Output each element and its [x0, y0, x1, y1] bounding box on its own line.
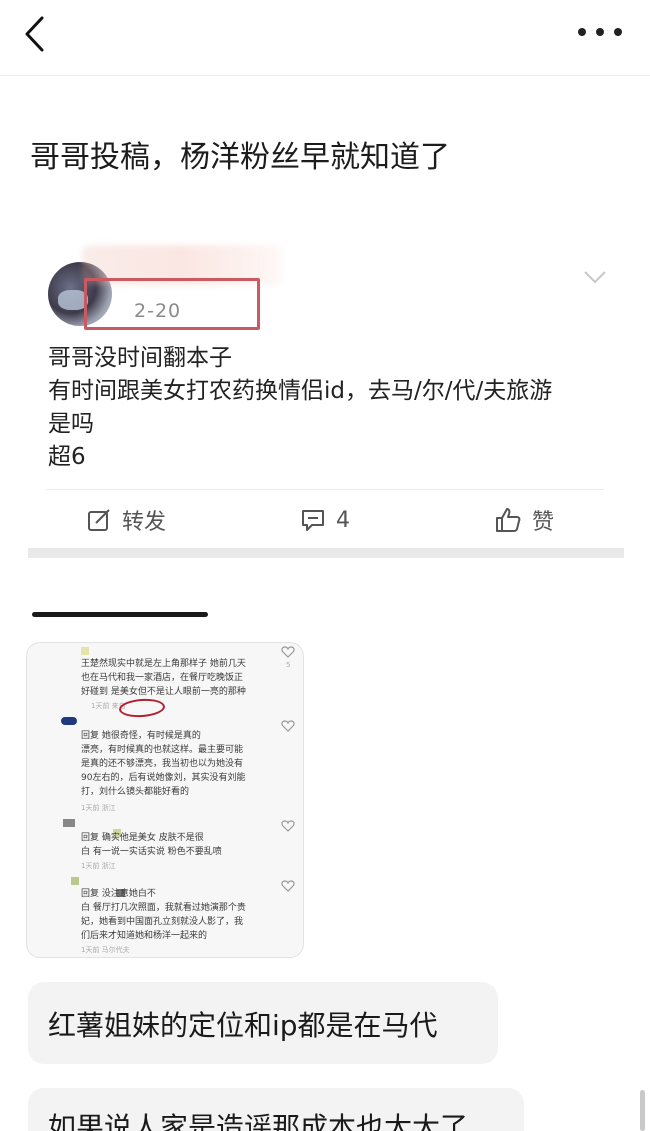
screenshot-line: 白 有一说一实话实说 粉色不要乱喷 [81, 847, 222, 857]
scrollbar[interactable] [640, 1090, 645, 1131]
screenshot-meta: 1天前 浙江 [81, 804, 116, 812]
screenshot-line: 好碰到 是美女但不是让人眼前一亮的那种 [81, 687, 246, 697]
section-separator [28, 548, 624, 558]
screenshot-line: 回复 确实他是美女 皮肤不是很 [81, 833, 204, 843]
like-count: 5 [286, 661, 291, 669]
comment-count: 4 [336, 507, 350, 533]
like-button[interactable]: 赞 [494, 504, 554, 536]
heart-icon [281, 880, 295, 892]
divider-line [32, 612, 208, 617]
thumbs-up-icon [496, 508, 521, 532]
screenshot-comment: 回复 她很奇怪，有时候是真的 漂亮，有时候真的也就这样。最主要可能 是真的还不够… [81, 729, 245, 799]
message-bubble: 如果说人家是造谣那成本也太大了 [28, 1088, 524, 1131]
heart-icon [281, 820, 295, 832]
screenshot-comment: 回复 没注意她白不 白 餐厅打几次照面，我就看过她演那个贵 妃，她看到中国面孔立… [81, 887, 246, 943]
top-nav-bar [0, 0, 650, 76]
more-options-button[interactable] [578, 22, 622, 42]
pixelated-avatar [81, 647, 89, 655]
screenshot-meta: 1天前 浙江 [81, 862, 116, 870]
screenshot-line: 妃，她看到中国面孔立刻就没人影了，我 [81, 917, 244, 927]
message-bubble: 红薯姐妹的定位和ip都是在马代 [28, 982, 498, 1064]
screenshot-line: 王楚然现实中就是左上角那样子 她前几天 [81, 659, 246, 669]
back-button[interactable] [18, 14, 58, 54]
card-text: 哥哥没时间翻本子 有时间跟美女打农药换情侣id，去马/尔/代/夫旅游 是吗 超6 [48, 342, 608, 474]
screenshot-line: 回复 她很奇怪，有时候是真的 [81, 731, 201, 741]
comment-icon [302, 510, 324, 531]
pixelated-avatar [61, 717, 77, 725]
card-line: 有时间跟美女打农药换情侣id，去马/尔/代/夫旅游 [48, 378, 553, 404]
chevron-down-icon [584, 271, 606, 284]
card-line: 是吗 [48, 411, 94, 437]
screenshot-line: 也在马代和我一家酒店，在餐厅吃晚饭正 [81, 673, 244, 683]
repost-icon [88, 509, 110, 531]
card-line: 超6 [48, 444, 86, 470]
screenshot-line: 打，刘什么镜头都能好看的 [81, 787, 190, 797]
card-line: 哥哥没时间翻本子 [48, 345, 232, 371]
pixelated-avatar [63, 819, 75, 827]
repost-button[interactable]: 转发 [86, 504, 166, 536]
card-menu-button[interactable] [582, 264, 608, 290]
screenshot-line: 们后来才知道她和杨洋一起来的 [81, 931, 208, 941]
repost-label: 转发 [122, 510, 167, 535]
post-title: 哥哥投稿，杨洋粉丝早就知道了 [30, 140, 450, 175]
heart-icon [281, 720, 295, 732]
screenshot-line: 白 餐厅打几次照面，我就看过她演那个贵 [81, 903, 246, 913]
screenshot-line: 漂亮，有时候真的也就这样。最主要可能 [81, 745, 244, 755]
comment-button[interactable]: 4 [300, 504, 350, 536]
like-label: 赞 [532, 510, 555, 535]
screenshot-comment: 王楚然现实中就是左上角那样子 她前几天 也在马代和我一家酒店，在餐厅吃晚饭正 好… [81, 657, 246, 699]
heart-icon [281, 646, 295, 658]
chevron-left-icon [25, 16, 44, 52]
screenshot-meta: 1天前 马尔代夫 [81, 946, 130, 954]
more-dot [614, 28, 622, 36]
screenshot-line: 回复 没注意她白不 [81, 889, 156, 899]
screenshot-line: 90左右的，后有说她像刘，其实没有刘能 [81, 773, 246, 783]
screenshot-line: 是真的还不够漂亮，我当初也以为她没有 [81, 759, 244, 769]
more-dot [596, 28, 604, 36]
pixelated-avatar [71, 877, 79, 885]
comment-screenshot-image[interactable]: 王楚然现实中就是左上角那样子 她前几天 也在马代和我一家酒店，在餐厅吃晚饭正 好… [26, 642, 304, 958]
screenshot-comment: 回复 确实他是美女 皮肤不是很 白 有一说一实话实说 粉色不要乱喷 [81, 831, 222, 859]
divider [46, 489, 604, 490]
post-date: 2-20 [134, 300, 182, 322]
more-dot [578, 28, 586, 36]
